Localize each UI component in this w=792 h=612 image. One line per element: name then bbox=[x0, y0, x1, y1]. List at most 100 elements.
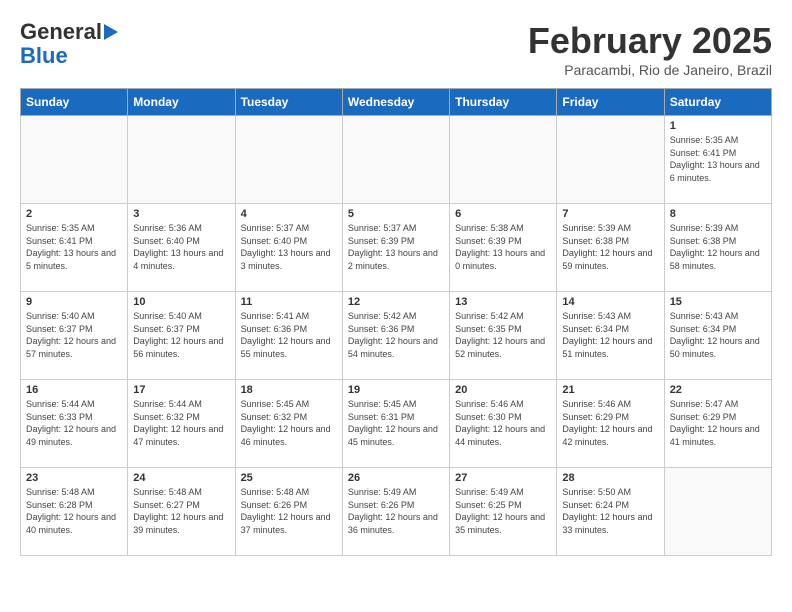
day-number: 4 bbox=[241, 208, 337, 220]
col-thursday: Thursday bbox=[450, 89, 557, 116]
day-info: Sunrise: 5:35 AM Sunset: 6:41 PM Dayligh… bbox=[670, 134, 766, 184]
day-info: Sunrise: 5:41 AM Sunset: 6:36 PM Dayligh… bbox=[241, 310, 337, 360]
calendar-day: 16Sunrise: 5:44 AM Sunset: 6:33 PM Dayli… bbox=[21, 380, 128, 468]
day-number: 13 bbox=[455, 296, 551, 308]
day-info: Sunrise: 5:48 AM Sunset: 6:27 PM Dayligh… bbox=[133, 486, 229, 536]
day-info: Sunrise: 5:49 AM Sunset: 6:26 PM Dayligh… bbox=[348, 486, 444, 536]
col-monday: Monday bbox=[128, 89, 235, 116]
calendar-day: 7 Sunrise: 5:39 AM Sunset: 6:38 PM Daylig… bbox=[557, 204, 664, 292]
day-info: Sunrise: 5:37 AM Sunset: 6:40 PM Dayligh… bbox=[241, 222, 337, 272]
calendar-day: 12Sunrise: 5:42 AM Sunset: 6:36 PM Dayli… bbox=[342, 292, 449, 380]
calendar-week-2: 9 Sunrise: 5:40 AM Sunset: 6:37 PM Daylig… bbox=[21, 292, 772, 380]
day-info: Sunrise: 5:44 AM Sunset: 6:32 PM Dayligh… bbox=[133, 398, 229, 448]
calendar-day: 13Sunrise: 5:42 AM Sunset: 6:35 PM Dayli… bbox=[450, 292, 557, 380]
header: General Blue February 2025 Paracambi, Ri… bbox=[20, 20, 772, 78]
calendar-day bbox=[235, 116, 342, 204]
calendar-day: 10Sunrise: 5:40 AM Sunset: 6:37 PM Dayli… bbox=[128, 292, 235, 380]
day-number: 14 bbox=[562, 296, 658, 308]
day-info: Sunrise: 5:36 AM Sunset: 6:40 PM Dayligh… bbox=[133, 222, 229, 272]
day-info: Sunrise: 5:35 AM Sunset: 6:41 PM Dayligh… bbox=[26, 222, 122, 272]
logo-text-blue: Blue bbox=[20, 44, 68, 68]
calendar-body: 1 Sunrise: 5:35 AM Sunset: 6:41 PM Daylig… bbox=[21, 116, 772, 556]
calendar-day: 11Sunrise: 5:41 AM Sunset: 6:36 PM Dayli… bbox=[235, 292, 342, 380]
day-info: Sunrise: 5:50 AM Sunset: 6:24 PM Dayligh… bbox=[562, 486, 658, 536]
day-info: Sunrise: 5:39 AM Sunset: 6:38 PM Dayligh… bbox=[562, 222, 658, 272]
day-number: 1 bbox=[670, 120, 766, 132]
calendar-day: 4 Sunrise: 5:37 AM Sunset: 6:40 PM Daylig… bbox=[235, 204, 342, 292]
day-info: Sunrise: 5:49 AM Sunset: 6:25 PM Dayligh… bbox=[455, 486, 551, 536]
calendar-day bbox=[128, 116, 235, 204]
title-section: February 2025 Paracambi, Rio de Janeiro,… bbox=[528, 20, 772, 78]
calendar-day: 26 Sunrise: 5:49 AM Sunset: 6:26 PM Dayli… bbox=[342, 468, 449, 556]
calendar-day: 21 Sunrise: 5:46 AM Sunset: 6:29 PM Dayli… bbox=[557, 380, 664, 468]
day-number: 9 bbox=[26, 296, 122, 308]
day-info: Sunrise: 5:46 AM Sunset: 6:30 PM Dayligh… bbox=[455, 398, 551, 448]
calendar-day: 1 Sunrise: 5:35 AM Sunset: 6:41 PM Daylig… bbox=[664, 116, 771, 204]
calendar-day: 22 Sunrise: 5:47 AM Sunset: 6:29 PM Dayli… bbox=[664, 380, 771, 468]
calendar-title: February 2025 bbox=[528, 20, 772, 62]
day-number: 6 bbox=[455, 208, 551, 220]
day-number: 5 bbox=[348, 208, 444, 220]
day-number: 26 bbox=[348, 472, 444, 484]
day-info: Sunrise: 5:43 AM Sunset: 6:34 PM Dayligh… bbox=[670, 310, 766, 360]
day-number: 12 bbox=[348, 296, 444, 308]
day-info: Sunrise: 5:40 AM Sunset: 6:37 PM Dayligh… bbox=[26, 310, 122, 360]
calendar-week-3: 16Sunrise: 5:44 AM Sunset: 6:33 PM Dayli… bbox=[21, 380, 772, 468]
col-sunday: Sunday bbox=[21, 89, 128, 116]
calendar-day: 27 Sunrise: 5:49 AM Sunset: 6:25 PM Dayli… bbox=[450, 468, 557, 556]
logo: General Blue bbox=[20, 20, 118, 68]
header-row: Sunday Monday Tuesday Wednesday Thursday… bbox=[21, 89, 772, 116]
day-number: 27 bbox=[455, 472, 551, 484]
calendar-day: 2Sunrise: 5:35 AM Sunset: 6:41 PM Daylig… bbox=[21, 204, 128, 292]
calendar-day: 15 Sunrise: 5:43 AM Sunset: 6:34 PM Dayli… bbox=[664, 292, 771, 380]
calendar-day: 6 Sunrise: 5:38 AM Sunset: 6:39 PM Daylig… bbox=[450, 204, 557, 292]
day-number: 10 bbox=[133, 296, 229, 308]
day-number: 16 bbox=[26, 384, 122, 396]
day-info: Sunrise: 5:47 AM Sunset: 6:29 PM Dayligh… bbox=[670, 398, 766, 448]
calendar-day bbox=[557, 116, 664, 204]
calendar-day: 14 Sunrise: 5:43 AM Sunset: 6:34 PM Dayli… bbox=[557, 292, 664, 380]
calendar-day: 25 Sunrise: 5:48 AM Sunset: 6:26 PM Dayli… bbox=[235, 468, 342, 556]
day-number: 7 bbox=[562, 208, 658, 220]
calendar-week-4: 23 Sunrise: 5:48 AM Sunset: 6:28 PM Dayli… bbox=[21, 468, 772, 556]
calendar-day: 20Sunrise: 5:46 AM Sunset: 6:30 PM Dayli… bbox=[450, 380, 557, 468]
day-number: 25 bbox=[241, 472, 337, 484]
day-info: Sunrise: 5:45 AM Sunset: 6:31 PM Dayligh… bbox=[348, 398, 444, 448]
day-info: Sunrise: 5:46 AM Sunset: 6:29 PM Dayligh… bbox=[562, 398, 658, 448]
calendar-day: 17Sunrise: 5:44 AM Sunset: 6:32 PM Dayli… bbox=[128, 380, 235, 468]
calendar-week-0: 1 Sunrise: 5:35 AM Sunset: 6:41 PM Daylig… bbox=[21, 116, 772, 204]
day-number: 23 bbox=[26, 472, 122, 484]
day-number: 24 bbox=[133, 472, 229, 484]
logo-text-general: General bbox=[20, 20, 102, 44]
calendar-day bbox=[664, 468, 771, 556]
day-number: 19 bbox=[348, 384, 444, 396]
calendar-day: 19 Sunrise: 5:45 AM Sunset: 6:31 PM Dayli… bbox=[342, 380, 449, 468]
day-number: 3 bbox=[133, 208, 229, 220]
day-number: 21 bbox=[562, 384, 658, 396]
day-info: Sunrise: 5:48 AM Sunset: 6:26 PM Dayligh… bbox=[241, 486, 337, 536]
col-saturday: Saturday bbox=[664, 89, 771, 116]
day-number: 18 bbox=[241, 384, 337, 396]
calendar-subtitle: Paracambi, Rio de Janeiro, Brazil bbox=[528, 62, 772, 78]
col-wednesday: Wednesday bbox=[342, 89, 449, 116]
day-info: Sunrise: 5:39 AM Sunset: 6:38 PM Dayligh… bbox=[670, 222, 766, 272]
calendar-day: 8 Sunrise: 5:39 AM Sunset: 6:38 PM Daylig… bbox=[664, 204, 771, 292]
col-tuesday: Tuesday bbox=[235, 89, 342, 116]
day-number: 8 bbox=[670, 208, 766, 220]
calendar-day: 24 Sunrise: 5:48 AM Sunset: 6:27 PM Dayli… bbox=[128, 468, 235, 556]
day-info: Sunrise: 5:43 AM Sunset: 6:34 PM Dayligh… bbox=[562, 310, 658, 360]
calendar-header: Sunday Monday Tuesday Wednesday Thursday… bbox=[21, 89, 772, 116]
day-info: Sunrise: 5:48 AM Sunset: 6:28 PM Dayligh… bbox=[26, 486, 122, 536]
calendar-day: 18 Sunrise: 5:45 AM Sunset: 6:32 PM Dayli… bbox=[235, 380, 342, 468]
day-number: 28 bbox=[562, 472, 658, 484]
calendar-day bbox=[450, 116, 557, 204]
calendar-day: 3 Sunrise: 5:36 AM Sunset: 6:40 PM Daylig… bbox=[128, 204, 235, 292]
day-info: Sunrise: 5:45 AM Sunset: 6:32 PM Dayligh… bbox=[241, 398, 337, 448]
day-number: 15 bbox=[670, 296, 766, 308]
day-number: 22 bbox=[670, 384, 766, 396]
calendar-day bbox=[342, 116, 449, 204]
col-friday: Friday bbox=[557, 89, 664, 116]
day-info: Sunrise: 5:38 AM Sunset: 6:39 PM Dayligh… bbox=[455, 222, 551, 272]
calendar-day: 5Sunrise: 5:37 AM Sunset: 6:39 PM Daylig… bbox=[342, 204, 449, 292]
calendar-day bbox=[21, 116, 128, 204]
